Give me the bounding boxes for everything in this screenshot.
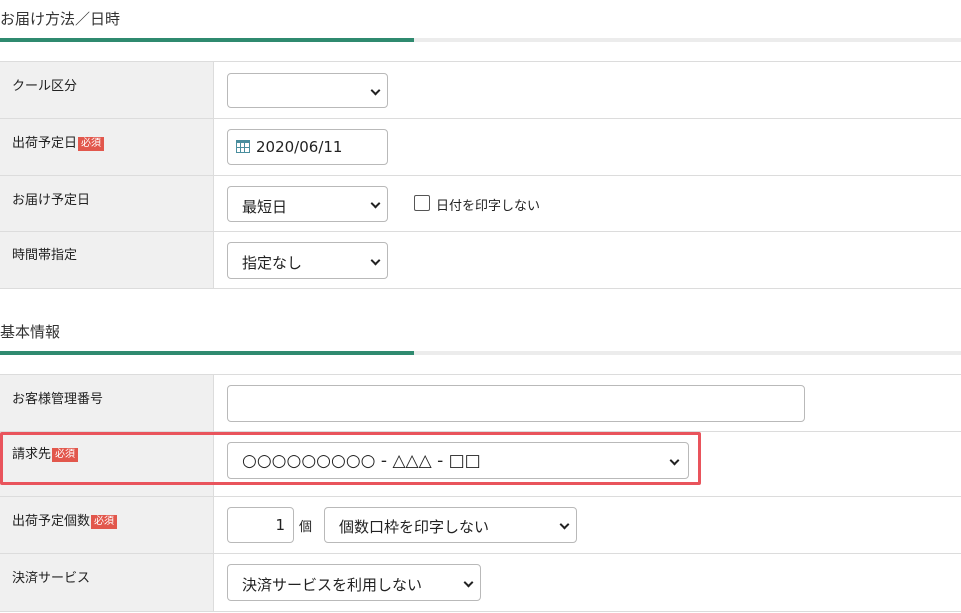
delivery-date-select[interactable]: 最短日 xyxy=(227,186,388,222)
row-payment: 決済サービス 決済サービスを利用しない xyxy=(0,554,961,612)
payment-label: 決済サービス xyxy=(12,571,91,586)
section-title-delivery: お届け方法／日時 xyxy=(0,10,121,28)
row-customer-no: お客様管理番号 xyxy=(0,375,961,432)
row-time-slot: 時間帯指定 指定なし xyxy=(0,232,961,289)
section-divider xyxy=(0,351,961,355)
chevron-down-icon xyxy=(370,85,381,95)
section-divider xyxy=(0,38,961,42)
chevron-down-icon xyxy=(559,519,570,530)
basic-table: お客様管理番号 請求先 必須 ○○○○○○○○○ - △△△ - □□ 出荷予定個… xyxy=(0,374,961,612)
required-badge: 必須 xyxy=(78,137,105,151)
row-cool: クール区分 xyxy=(0,62,961,119)
delivery-date-label: お届け予定日 xyxy=(12,193,91,208)
payment-select[interactable]: 決済サービスを利用しない xyxy=(227,564,481,601)
ship-date-input[interactable]: 2020/06/11 xyxy=(227,129,388,165)
count-input[interactable]: 1 xyxy=(227,507,294,543)
count-unit: 個 xyxy=(299,520,313,535)
row-delivery-date: お届け予定日 最短日 日付を印字しない xyxy=(0,176,961,232)
count-label: 出荷予定個数 xyxy=(12,514,91,529)
time-slot-label: 時間帯指定 xyxy=(12,248,78,263)
customer-no-label: お客様管理番号 xyxy=(12,392,104,407)
count-print-select[interactable]: 個数口枠を印字しない xyxy=(324,507,577,543)
required-badge: 必須 xyxy=(91,515,118,529)
row-ship-date: 出荷予定日 必須 2020/06/11 xyxy=(0,119,961,176)
ship-date-label: 出荷予定日 xyxy=(12,136,78,151)
calendar-icon xyxy=(236,140,250,153)
billing-highlight-frame xyxy=(0,432,701,485)
time-slot-select[interactable]: 指定なし xyxy=(227,242,388,279)
cool-select[interactable] xyxy=(227,73,388,108)
delivery-table: クール区分 出荷予定日 必須 2020/06/11 お届け予定日 最短日 日付を印… xyxy=(0,61,961,289)
no-date-print-checkbox[interactable] xyxy=(414,195,430,211)
chevron-down-icon xyxy=(370,255,381,265)
customer-no-input[interactable] xyxy=(227,385,805,422)
row-count: 出荷予定個数 必須 1 個 個数口枠を印字しない xyxy=(0,497,961,554)
no-date-print-label[interactable]: 日付を印字しない xyxy=(436,195,540,214)
chevron-down-icon xyxy=(463,577,474,587)
chevron-down-icon xyxy=(370,198,381,209)
section-title-basic: 基本情報 xyxy=(0,323,61,341)
cool-label: クール区分 xyxy=(12,79,78,94)
